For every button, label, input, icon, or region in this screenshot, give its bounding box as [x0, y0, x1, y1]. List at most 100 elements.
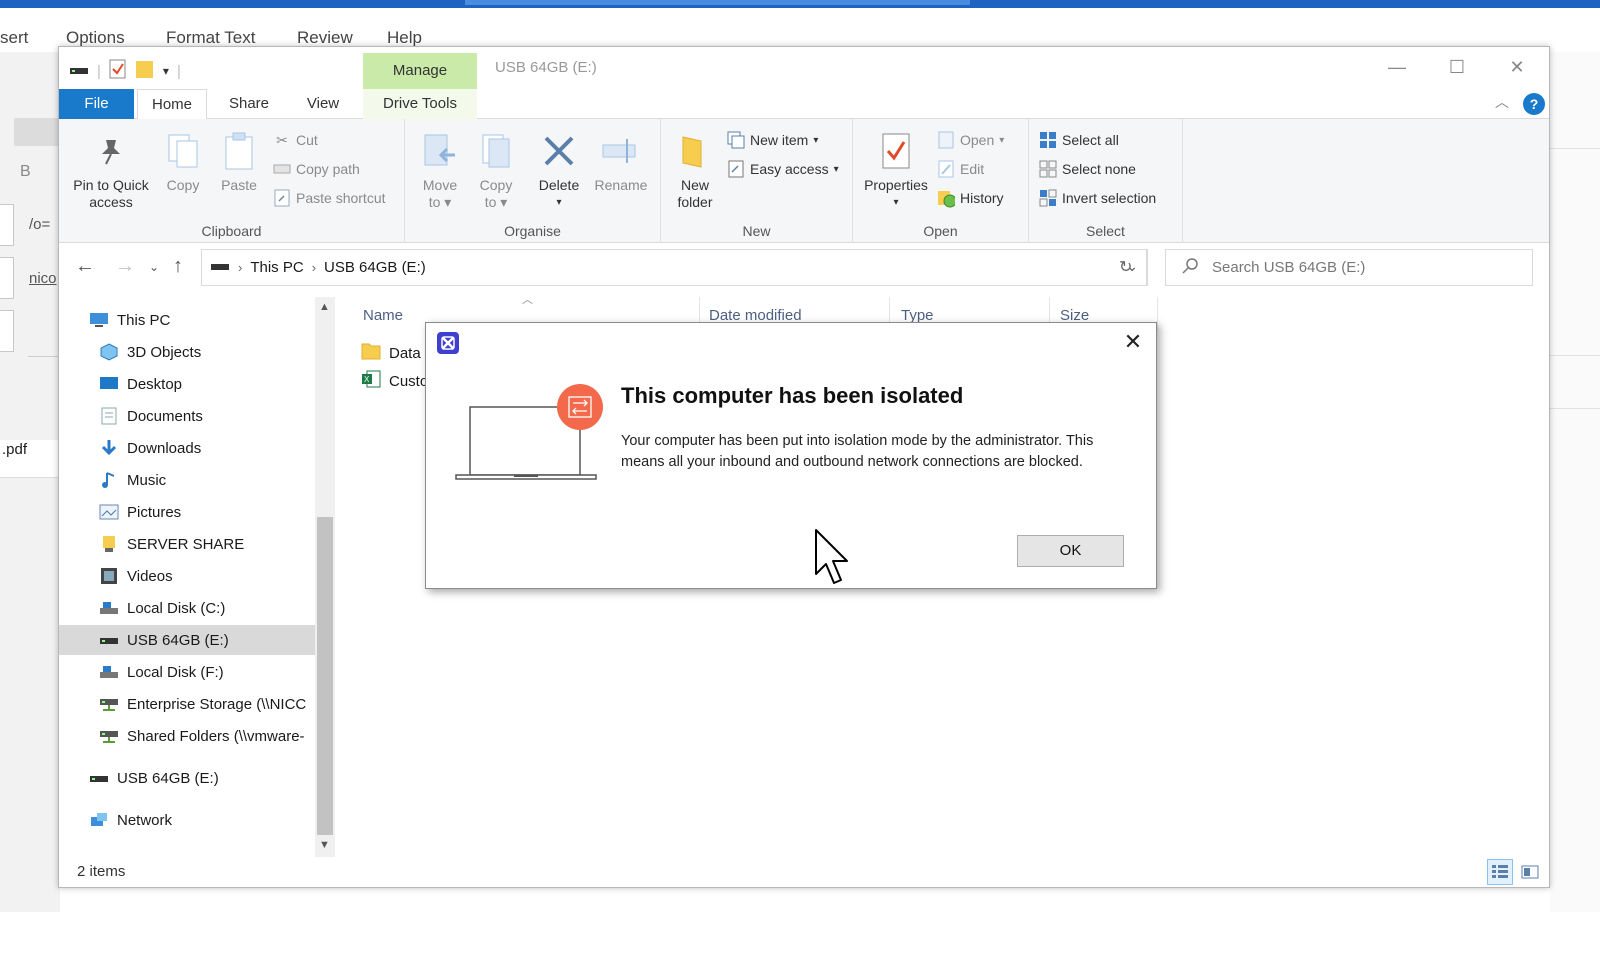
nav-item-label: SERVER SHARE [127, 535, 245, 553]
nav-item[interactable]: 3D Objects [99, 337, 315, 367]
breadcrumb-this-pc[interactable]: This PC [250, 259, 303, 276]
qat-dropdown-icon[interactable]: ▾ [163, 64, 169, 78]
scroll-down-arrow-icon[interactable]: ▼ [319, 839, 330, 851]
forward-arrow-icon[interactable]: → [115, 255, 135, 278]
pin-to-quick-access-button[interactable]: Pin to Quick access [65, 129, 157, 211]
rename-button[interactable]: Rename [591, 129, 651, 194]
paste-button[interactable]: Paste [217, 129, 261, 194]
help-icon[interactable]: ? [1523, 93, 1545, 115]
easy-access-button[interactable]: Easy access ▾ [727, 158, 839, 180]
tab-share[interactable]: Share [219, 89, 279, 119]
new-folder-qat-icon[interactable] [135, 59, 155, 83]
paste-shortcut-button[interactable]: Paste shortcut [273, 187, 386, 209]
up-arrow-icon[interactable]: ↑ [173, 255, 183, 278]
properties-qat-icon[interactable] [109, 59, 127, 83]
nav-item[interactable]: Shared Folders (\\vmware- [99, 721, 315, 751]
invert-selection-button[interactable]: Invert selection [1039, 187, 1156, 209]
nav-item-label: Enterprise Storage (\\NICC [127, 695, 307, 713]
open-button[interactable]: Open ▾ [937, 129, 1004, 151]
large-icons-view-icon[interactable] [1517, 859, 1543, 885]
nav-item[interactable]: Local Disk (C:) [99, 593, 315, 623]
nav-item-label: USB 64GB (E:) [117, 769, 219, 787]
refresh-icon[interactable]: ↻ [1119, 257, 1132, 277]
nav-pane-scrollbar[interactable]: ▲ ▼ [315, 297, 335, 857]
tab-home[interactable]: Home [137, 89, 207, 120]
svg-text:X: X [364, 375, 370, 384]
tab-manage[interactable]: Manage [363, 53, 477, 91]
tab-file[interactable]: File [59, 89, 134, 119]
scrollbar-thumb[interactable] [317, 517, 333, 835]
tab-view[interactable]: View [295, 89, 351, 119]
scissors-icon: ✂ [276, 131, 288, 148]
breadcrumb-usb-drive[interactable]: USB 64GB (E:) [324, 259, 426, 276]
nav-item-label: Pictures [127, 503, 182, 521]
nav-item[interactable]: Local Disk (F:) [99, 657, 315, 687]
bg-attachment[interactable]: .pdf [0, 440, 60, 478]
details-view-icon[interactable] [1487, 859, 1513, 885]
bg-menu-help[interactable]: Help [387, 28, 422, 48]
nav-item-label: Downloads [127, 439, 202, 457]
nav-item[interactable]: Music [99, 465, 315, 495]
history-icon [937, 189, 955, 208]
scroll-up-arrow-icon[interactable]: ▲ [319, 301, 330, 313]
network-icon [89, 811, 109, 829]
close-icon[interactable]: ✕ [1118, 329, 1148, 355]
nav-item-label: Documents [127, 407, 203, 425]
nav-item[interactable]: Desktop [99, 369, 315, 399]
nav-item[interactable]: Pictures [99, 497, 315, 527]
nav-item[interactable]: Enterprise Storage (\\NICC [99, 689, 315, 719]
recent-locations-chevron-icon[interactable]: ⌄ [149, 260, 159, 274]
new-item-button[interactable]: New item ▾ [727, 129, 818, 151]
properties-button[interactable]: Properties ▾ [859, 129, 933, 211]
collapse-ribbon-icon[interactable]: ︿ [1495, 92, 1509, 112]
minimize-icon[interactable]: — [1377, 57, 1417, 78]
back-arrow-icon[interactable]: ← [75, 255, 95, 278]
bg-link-fragment[interactable]: nico [29, 270, 57, 287]
pin-icon [91, 129, 131, 173]
address-row: ← → ⌄ ↑ › This PC › USB 64GB (E:) ⌄ ↻ Se… [59, 243, 1549, 293]
edit-button[interactable]: Edit [937, 158, 984, 180]
clipboard-group-label: Clipboard [201, 223, 262, 239]
bg-field[interactable] [0, 257, 14, 299]
copy-path-button[interactable]: Copy path [273, 158, 360, 180]
tab-drive-tools[interactable]: Drive Tools [363, 89, 477, 119]
select-none-icon [1039, 160, 1057, 178]
nav-item[interactable]: Downloads [99, 433, 315, 463]
open-icon [937, 131, 955, 149]
nav-item[interactable]: USB 64GB (E:) [59, 625, 315, 655]
nav-item[interactable]: This PC [89, 305, 315, 335]
search-input[interactable]: Search USB 64GB (E:) [1165, 249, 1533, 286]
file-row[interactable]: Data [361, 340, 421, 366]
nav-item[interactable]: Videos [99, 561, 315, 591]
nav-item[interactable]: USB 64GB (E:) [89, 763, 315, 793]
select-none-button[interactable]: Select none [1039, 158, 1136, 180]
ok-button[interactable]: OK [1017, 535, 1124, 567]
bg-menu-insert[interactable]: sert [0, 28, 28, 48]
maximize-icon[interactable]: ☐ [1437, 57, 1477, 78]
copy-to-button[interactable]: Copy to ▾ [471, 129, 521, 211]
file-row[interactable]: X Custo [361, 368, 428, 394]
address-bar[interactable]: › This PC › USB 64GB (E:) ⌄ [201, 249, 1147, 286]
invert-selection-icon [1039, 189, 1057, 207]
bg-menu-review[interactable]: Review [297, 28, 353, 48]
new-folder-button[interactable]: New folder [667, 129, 723, 211]
rename-icon [601, 129, 641, 173]
bg-bold-button[interactable]: B [20, 163, 31, 181]
column-header-name[interactable]: Name [363, 307, 403, 331]
history-button[interactable]: History [937, 187, 1004, 209]
close-window-icon[interactable]: ✕ [1497, 57, 1537, 78]
bg-field[interactable] [0, 310, 14, 352]
bg-menu-options[interactable]: Options [66, 28, 125, 48]
move-to-button[interactable]: Move to ▾ [415, 129, 465, 211]
music-icon [99, 471, 119, 489]
nav-item[interactable]: Documents [99, 401, 315, 431]
delete-button[interactable]: Delete ▾ [533, 129, 585, 211]
bg-field[interactable] [0, 204, 14, 246]
select-all-button[interactable]: Select all [1039, 129, 1119, 151]
cut-button[interactable]: ✂ Cut [273, 129, 318, 151]
nav-item[interactable]: Network [89, 805, 315, 835]
new-group: New folder New item ▾ Easy access ▾ New [661, 119, 853, 243]
copy-button[interactable]: Copy [161, 129, 205, 194]
bg-menu-format-text[interactable]: Format Text [166, 28, 255, 48]
nav-item[interactable]: SERVER SHARE [99, 529, 315, 559]
